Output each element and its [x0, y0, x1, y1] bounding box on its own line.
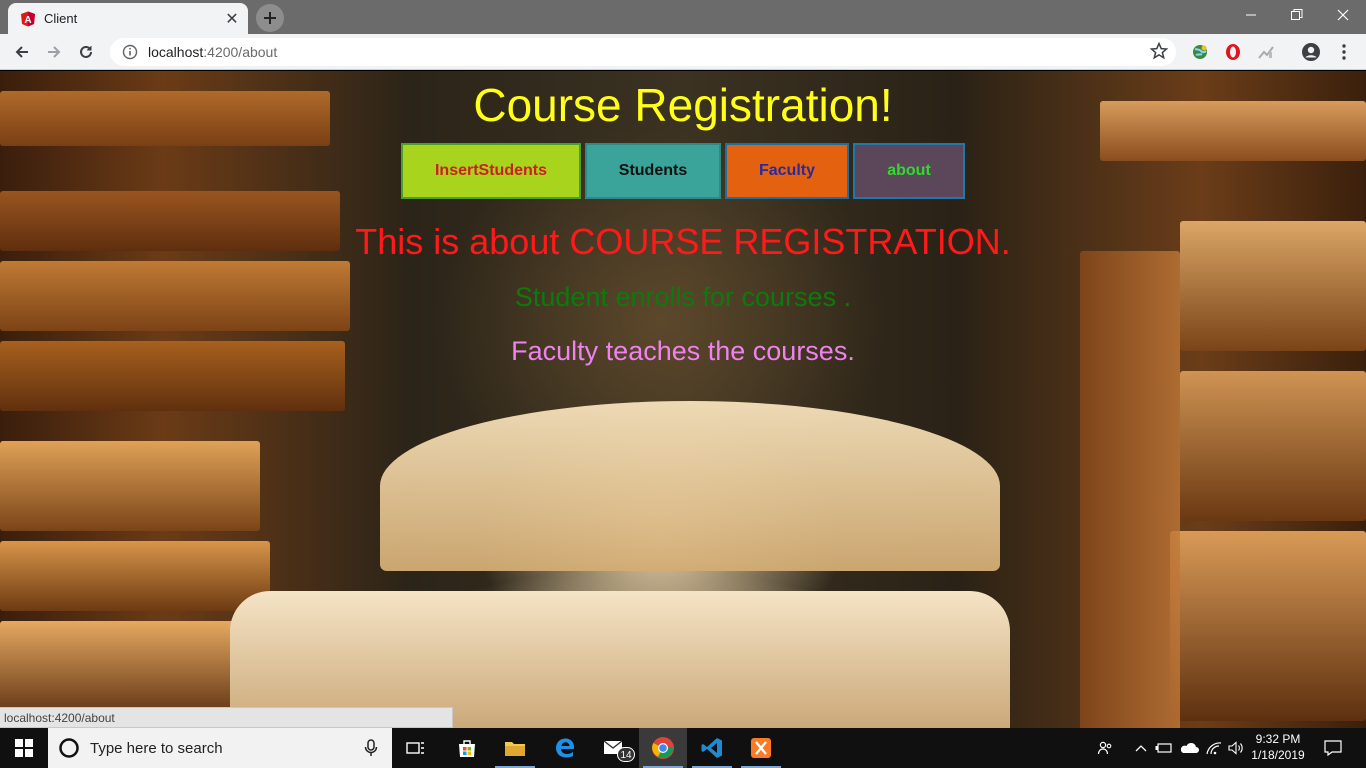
volume-icon[interactable]	[1226, 728, 1246, 768]
microphone-icon[interactable]	[364, 739, 378, 757]
file-explorer-icon[interactable]	[491, 728, 539, 768]
page-viewport: Course Registration! InsertStudents Stud…	[0, 71, 1366, 728]
back-arrow-icon[interactable]	[8, 38, 36, 66]
people-icon[interactable]	[1094, 728, 1116, 768]
forward-arrow-icon[interactable]	[40, 38, 68, 66]
windows-taskbar: Type here to search 14 9:32 PM 1/18/2019	[0, 728, 1366, 768]
angular-icon: A	[21, 11, 35, 26]
browser-toolbar: localhost:4200/about	[0, 34, 1366, 70]
plus-icon[interactable]	[256, 4, 284, 32]
search-placeholder: Type here to search	[90, 739, 223, 757]
clock-date: 1/18/2019	[1251, 748, 1305, 762]
nav-faculty-button[interactable]: Faculty	[725, 143, 849, 199]
taskbar-clock[interactable]: 9:32 PM 1/18/2019	[1246, 731, 1310, 763]
about-heading: This is about COURSE REGISTRATION.	[355, 221, 1011, 262]
tab-title: Client	[44, 11, 78, 26]
svg-text:A: A	[24, 15, 31, 26]
browser-titlebar: A Client ✕	[0, 0, 1366, 34]
window-close-icon[interactable]	[1320, 0, 1366, 30]
edge-icon[interactable]	[541, 728, 589, 768]
clock-time: 9:32 PM	[1255, 732, 1301, 746]
about-student-text: Student enrolls for courses .	[514, 282, 852, 312]
notifications-icon[interactable]	[1318, 728, 1348, 768]
store-icon[interactable]	[443, 728, 491, 768]
restore-icon[interactable]	[1274, 0, 1320, 30]
about-faculty-text: Faculty teaches the courses.	[511, 336, 855, 366]
nav-insert-students-button[interactable]: InsertStudents	[401, 143, 581, 199]
extension-globe-icon[interactable]	[1190, 42, 1210, 62]
chevron-up-icon[interactable]	[1132, 728, 1150, 768]
task-view-icon[interactable]	[392, 728, 440, 768]
wifi-icon[interactable]	[1204, 728, 1224, 768]
vscode-icon[interactable]	[688, 728, 736, 768]
close-icon[interactable]: ✕	[222, 9, 242, 29]
taskbar-search-box[interactable]: Type here to search	[48, 728, 392, 768]
windows-start-icon[interactable]	[0, 728, 48, 768]
xampp-icon[interactable]	[737, 728, 785, 768]
nav-about-button[interactable]: about	[853, 143, 965, 199]
onedrive-icon[interactable]	[1178, 728, 1200, 768]
minimize-icon[interactable]	[1228, 0, 1274, 30]
status-bubble: localhost:4200/about	[0, 707, 453, 728]
reload-icon[interactable]	[72, 38, 100, 66]
star-icon[interactable]	[1150, 42, 1168, 60]
browser-tab[interactable]: A Client ✕	[8, 3, 248, 34]
chrome-icon[interactable]	[639, 728, 687, 768]
info-icon[interactable]	[122, 44, 138, 60]
address-bar[interactable]: localhost:4200/about	[110, 38, 1176, 66]
opera-icon[interactable]	[1223, 42, 1243, 62]
mail-badge: 14	[617, 747, 635, 762]
url-text: localhost:4200/about	[148, 44, 278, 60]
page-title: Course Registration!	[473, 79, 893, 131]
extension-chart-icon[interactable]	[1256, 42, 1276, 62]
cortana-icon	[59, 738, 79, 758]
kebab-menu-icon[interactable]	[1334, 42, 1354, 62]
nav-bar: InsertStudents Students Faculty about	[401, 143, 969, 199]
mail-icon[interactable]: 14	[591, 728, 639, 768]
nav-students-button[interactable]: Students	[585, 143, 721, 199]
account-icon[interactable]	[1301, 42, 1321, 62]
battery-icon[interactable]	[1154, 728, 1174, 768]
